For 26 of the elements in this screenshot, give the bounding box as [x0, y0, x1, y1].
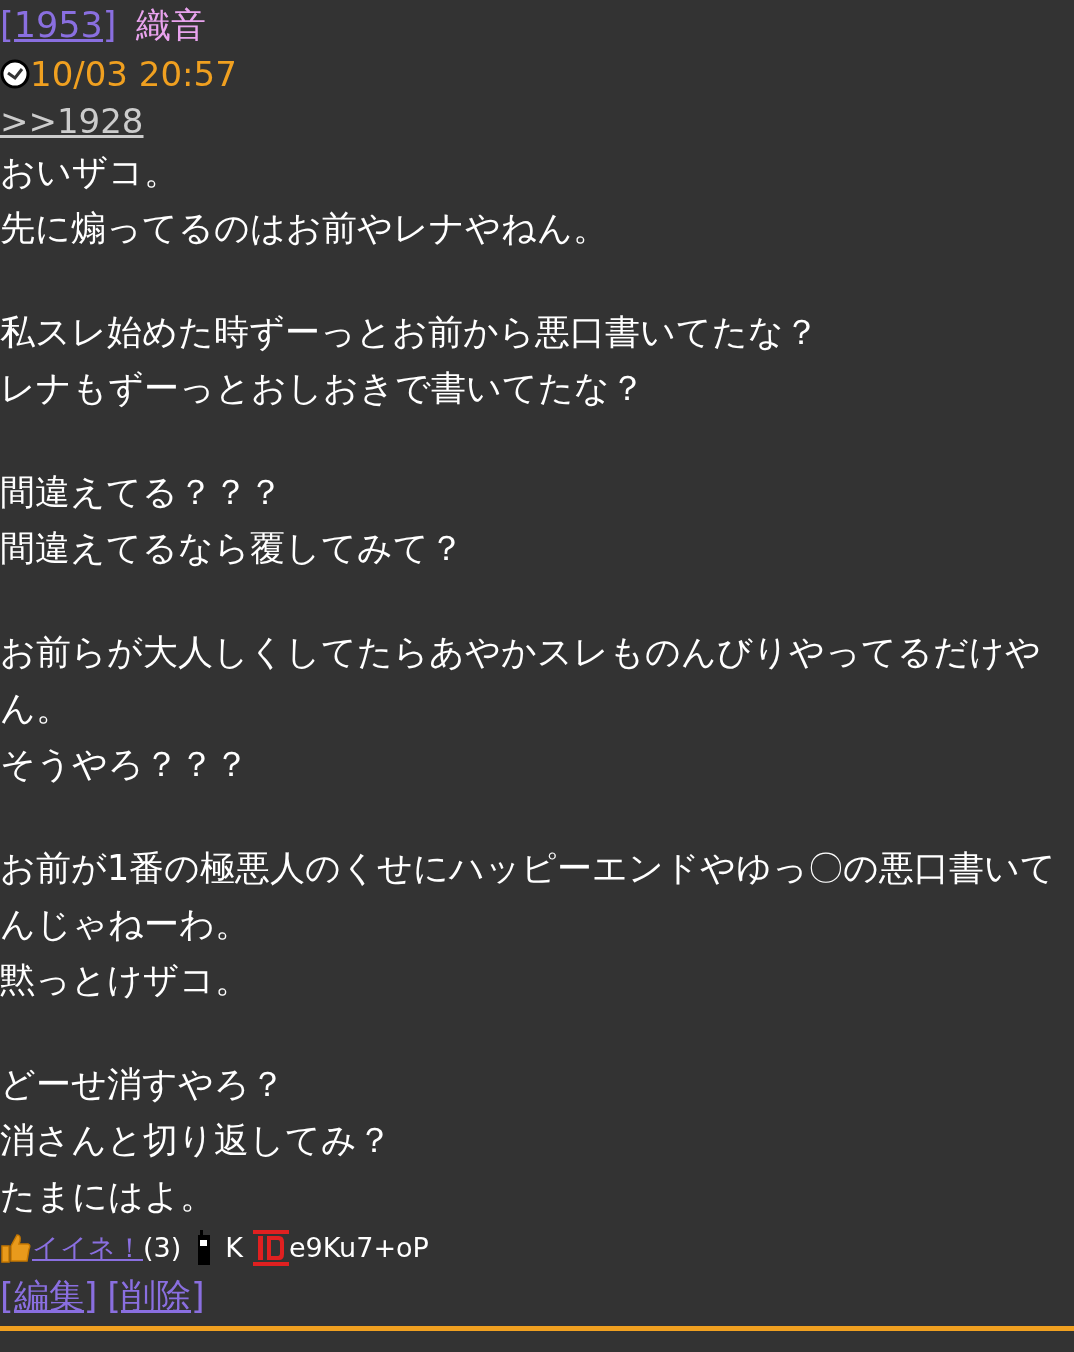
post-text-line: そうやろ？？？: [0, 743, 250, 786]
post-text-line: 私スレ始めた時ずーっとお前から悪口書いてたな？: [0, 311, 820, 354]
device-code: K: [225, 1231, 243, 1265]
id-badge-icon: [252, 1230, 289, 1266]
author-name: 織音: [136, 4, 207, 47]
post-text-line: 間違えてる？？？: [0, 471, 284, 514]
thumbs-up-icon: [0, 1232, 32, 1264]
phone-icon: [197, 1230, 212, 1266]
post-text-line: 間違えてるなら覆してみて？: [0, 527, 465, 570]
post-timestamp: 10/03 20:57: [30, 53, 237, 96]
post-number-link[interactable]: [1953]: [0, 0, 117, 50]
post-text-line: たまにはよ。: [0, 1175, 216, 1218]
action-link[interactable]: [削除]: [107, 1272, 205, 1320]
post-text-line: 消さんと切り返してみ？: [0, 1119, 393, 1162]
post-text-line: どーせ消すやろ？: [0, 1063, 286, 1106]
post-text-line: 黙っとけザコ。: [0, 959, 251, 1002]
post-text-line: レナもずーっとおしおきで書いてたな？: [0, 367, 646, 410]
post-text-line: 先に煽ってるのはお前やレナやねん。: [0, 207, 609, 250]
reply-link[interactable]: >>1928: [0, 101, 144, 141]
post-text-line: お前らが大人しくしてたらあやかスレものんびりやってるだけやん。: [0, 631, 1042, 730]
like-count: (3): [143, 1231, 182, 1265]
action-link[interactable]: [編集]: [0, 1272, 98, 1320]
post-text-line: おいザコ。: [0, 151, 180, 194]
user-id: e9Ku7+oP: [288, 1231, 429, 1265]
like-link[interactable]: イイネ！: [32, 1224, 143, 1272]
post-text-line: お前が1番の極悪人のくせにハッピーエンドやゆっ〇の悪口書いてんじゃねーわ。: [0, 847, 1058, 946]
